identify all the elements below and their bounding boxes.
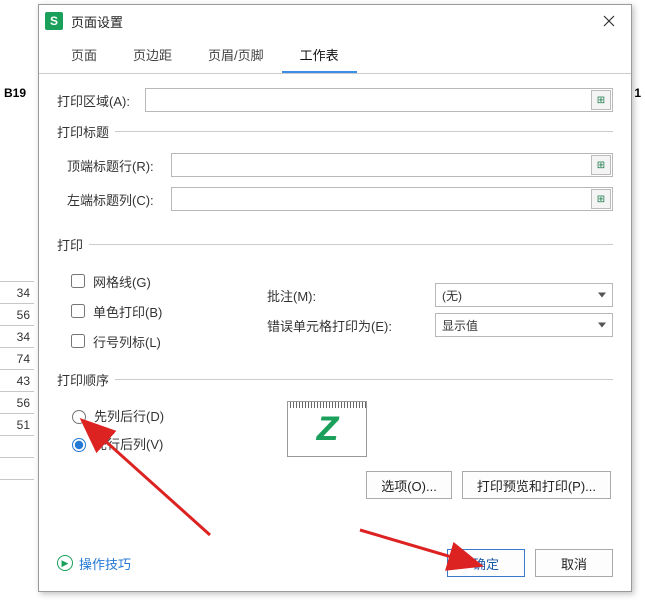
chevron-down-icon bbox=[598, 323, 606, 328]
gridlines-label: 网格线(G) bbox=[93, 272, 151, 291]
tab-page[interactable]: 页面 bbox=[53, 37, 115, 73]
tips-link[interactable]: ▶ 操作技巧 bbox=[57, 554, 447, 573]
errors-select[interactable]: 显示值 bbox=[435, 313, 613, 337]
row-headers: 34 56 34 74 43 56 51 bbox=[0, 260, 34, 480]
row-header: 56 bbox=[0, 392, 34, 414]
print-area-label: 打印区域(A): bbox=[57, 91, 145, 110]
row-header: 43 bbox=[0, 370, 34, 392]
titlebar: S 页面设置 bbox=[39, 5, 631, 37]
row-header: 51 bbox=[0, 414, 34, 436]
cancel-button[interactable]: 取消 bbox=[535, 549, 613, 577]
errors-label: 错误单元格打印为(E): bbox=[267, 316, 435, 335]
page-order-diagram: Z bbox=[287, 401, 367, 457]
bw-checkbox-row[interactable]: 单色打印(B) bbox=[67, 296, 267, 326]
down-then-over-radio[interactable] bbox=[72, 410, 86, 424]
comments-value: (无) bbox=[442, 287, 462, 304]
comments-label: 批注(M): bbox=[267, 286, 435, 305]
tab-margins[interactable]: 页边距 bbox=[115, 37, 190, 73]
page-order-legend: 打印顺序 bbox=[57, 370, 115, 389]
gridlines-checkbox[interactable] bbox=[71, 274, 85, 288]
over-then-down-radio-row[interactable]: 先行后列(V) bbox=[67, 429, 267, 457]
range-picker-icon: ⊞ bbox=[597, 194, 605, 205]
dialog-title: 页面设置 bbox=[71, 12, 587, 31]
range-picker-button[interactable]: ⊞ bbox=[591, 90, 611, 110]
range-picker-icon: ⊞ bbox=[597, 160, 605, 171]
rowcolhdr-label: 行号列标(L) bbox=[93, 332, 161, 351]
errors-value: 显示值 bbox=[442, 317, 478, 334]
rows-repeat-input[interactable] bbox=[171, 153, 613, 177]
play-icon: ▶ bbox=[57, 555, 73, 571]
z-order-icon: Z bbox=[317, 410, 338, 449]
over-then-down-label: 先行后列(V) bbox=[94, 434, 163, 453]
row-header: 56 bbox=[0, 304, 34, 326]
bw-label: 单色打印(B) bbox=[93, 302, 162, 321]
close-button[interactable] bbox=[587, 5, 631, 37]
chevron-down-icon bbox=[598, 293, 606, 298]
over-then-down-radio[interactable] bbox=[72, 438, 86, 452]
row-header: 34 bbox=[0, 282, 34, 304]
tab-strip: 页面 页边距 页眉/页脚 工作表 bbox=[39, 37, 631, 74]
print-area-input[interactable] bbox=[145, 88, 613, 112]
cols-repeat-label: 左端标题列(C): bbox=[67, 190, 171, 209]
print-titles-legend: 打印标题 bbox=[57, 122, 115, 141]
range-picker-button[interactable]: ⊞ bbox=[591, 189, 611, 209]
bg-number: 1 bbox=[634, 86, 641, 100]
row-header bbox=[0, 260, 34, 282]
options-button[interactable]: 选项(O)... bbox=[366, 471, 452, 499]
down-then-over-radio-row[interactable]: 先列后行(D) bbox=[67, 401, 267, 429]
rowcolhdr-checkbox[interactable] bbox=[71, 334, 85, 348]
comments-select[interactable]: (无) bbox=[435, 283, 613, 307]
cols-repeat-input[interactable] bbox=[171, 187, 613, 211]
tab-header-footer[interactable]: 页眉/页脚 bbox=[190, 37, 282, 73]
bw-checkbox[interactable] bbox=[71, 304, 85, 318]
close-icon bbox=[603, 15, 615, 27]
row-header bbox=[0, 458, 34, 480]
print-group: 打印 网格线(G) 单色打印(B) 行号列标(L) bbox=[57, 235, 613, 356]
rows-repeat-label: 顶端标题行(R): bbox=[67, 156, 171, 175]
page-order-group: 打印顺序 先列后行(D) 先行后列(V) Z bbox=[57, 370, 613, 457]
gridlines-checkbox-row[interactable]: 网格线(G) bbox=[67, 266, 267, 296]
print-legend: 打印 bbox=[57, 235, 89, 254]
print-titles-group: 打印标题 顶端标题行(R): ⊞ 左端标题列(C): ⊞ bbox=[57, 122, 613, 221]
page-setup-dialog: S 页面设置 页面 页边距 页眉/页脚 工作表 打印区域(A): ⊞ 打印标题 bbox=[38, 4, 632, 592]
row-header bbox=[0, 436, 34, 458]
tips-label: 操作技巧 bbox=[79, 554, 131, 573]
tab-sheet[interactable]: 工作表 bbox=[282, 37, 357, 73]
print-preview-button[interactable]: 打印预览和打印(P)... bbox=[462, 471, 611, 499]
row-header: 34 bbox=[0, 326, 34, 348]
row-header: 74 bbox=[0, 348, 34, 370]
range-picker-icon: ⊞ bbox=[597, 95, 605, 106]
range-picker-button[interactable]: ⊞ bbox=[591, 155, 611, 175]
cell-reference: B19 bbox=[4, 86, 26, 100]
app-icon: S bbox=[45, 12, 63, 30]
down-then-over-label: 先列后行(D) bbox=[94, 406, 164, 425]
ok-button[interactable]: 确定 bbox=[447, 549, 525, 577]
rowcolhdr-checkbox-row[interactable]: 行号列标(L) bbox=[67, 326, 267, 356]
